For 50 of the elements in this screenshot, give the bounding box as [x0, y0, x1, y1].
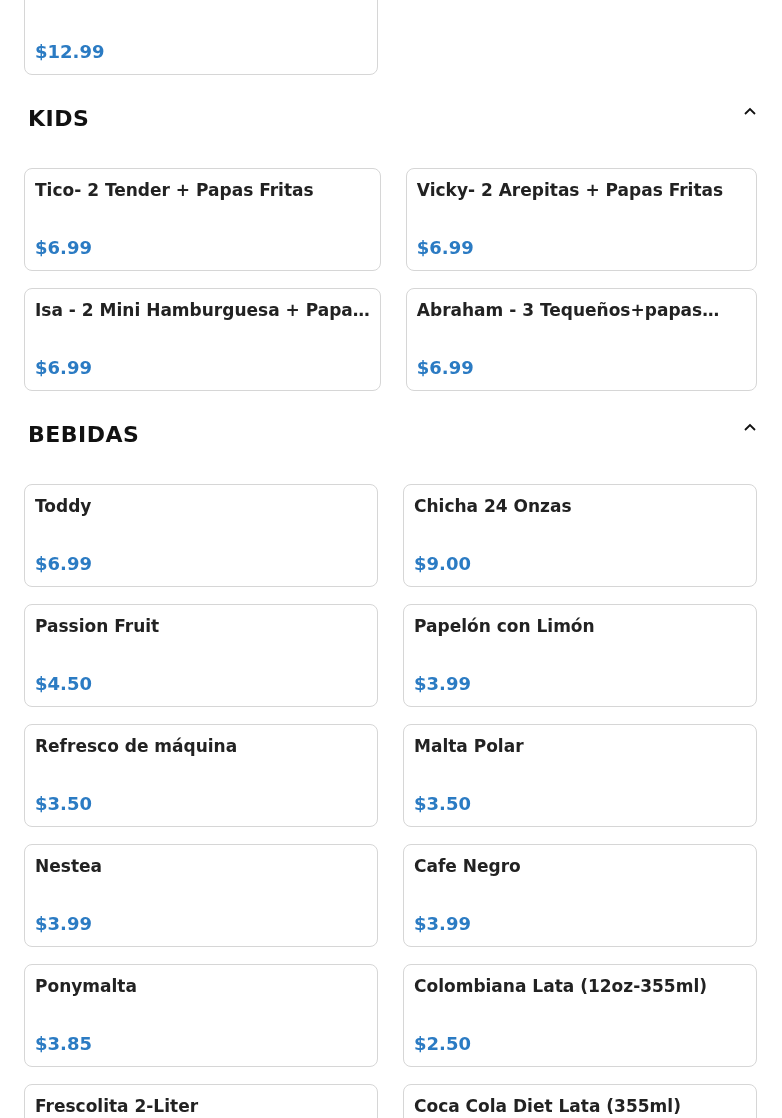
menu-item-card[interactable]: Abraham - 3 Tequeños+papas… $6.99: [405, 288, 757, 391]
menu-item-card[interactable]: Isa - 2 Mini Hamburguesa + Papa… $6.99: [24, 288, 381, 391]
item-name: Colombiana Lata (12oz-355ml): [414, 975, 708, 997]
item-price: $3.50: [414, 793, 471, 815]
item-price: $9.00: [414, 553, 471, 575]
section-title: KIDS: [28, 105, 90, 131]
item-name: Frescolita 2-Liter: [35, 1095, 200, 1117]
item-name: Toddy: [35, 495, 93, 517]
section-title: BEBIDAS: [28, 421, 140, 447]
menu-item-card[interactable]: Vicky- 2 Arepitas + Papas Fritas $6.99: [405, 168, 757, 271]
menu-item-card[interactable]: Chicha 24 Onzas $9.00: [403, 484, 757, 587]
item-price: $3.99: [414, 913, 471, 935]
item-name: Vicky- 2 Arepitas + Papas Fritas: [416, 179, 725, 201]
item-price: $3.85: [35, 1033, 92, 1055]
menu-item-card[interactable]: Ponymalta $3.85: [24, 964, 378, 1067]
menu-item-card[interactable]: Nestea $3.99: [24, 844, 378, 947]
item-price: $4.50: [35, 673, 92, 695]
menu-item-card[interactable]: Coca Cola Diet Lata (355ml): [403, 1084, 757, 1118]
item-name: Malta Polar: [414, 735, 525, 757]
item-price: $6.99: [35, 553, 92, 575]
menu-item-card[interactable]: Papelón con Limón $3.99: [403, 604, 757, 707]
item-name: Ponymalta: [35, 975, 138, 997]
menu-item-card[interactable]: Passion Fruit $4.50: [24, 604, 378, 707]
item-name: Papelón con Limón: [414, 615, 596, 637]
item-name: Cafe Negro: [414, 855, 522, 877]
item-name: Isa - 2 Mini Hamburguesa + Papa…: [35, 299, 370, 321]
menu-item-card[interactable]: Frescolita 2-Liter: [24, 1084, 378, 1118]
item-name: Abraham - 3 Tequeños+papas…: [416, 299, 721, 321]
menu-item-card[interactable]: Malta Polar $3.50: [403, 724, 757, 827]
menu-item-card[interactable]: Cafe Negro $3.99: [403, 844, 757, 947]
menu-item-card[interactable]: Toddy $6.99: [24, 484, 378, 587]
item-name: Passion Fruit: [35, 615, 161, 637]
item-price: $6.99: [35, 357, 92, 379]
item-price: $6.99: [35, 237, 92, 259]
item-price: $6.99: [416, 237, 474, 259]
menu-item-card[interactable]: $12.99: [24, 0, 378, 75]
item-name: Tico- 2 Tender + Papas Fritas: [35, 179, 315, 201]
item-name: Nestea: [35, 855, 103, 877]
item-price: $12.99: [35, 41, 105, 63]
item-name: Coca Cola Diet Lata (355ml): [414, 1095, 682, 1117]
item-price: $2.50: [414, 1033, 471, 1055]
item-price: $3.99: [35, 913, 92, 935]
item-price: $3.50: [35, 793, 92, 815]
item-name: Refresco de máquina: [35, 735, 239, 757]
menu-item-card[interactable]: Colombiana Lata (12oz-355ml) $2.50: [403, 964, 757, 1067]
menu-item-card[interactable]: Refresco de máquina $3.50: [24, 724, 378, 827]
item-price: $6.99: [416, 357, 474, 379]
item-price: $3.99: [414, 673, 471, 695]
item-name: Chicha 24 Onzas: [414, 495, 573, 517]
menu-item-card[interactable]: Tico- 2 Tender + Papas Fritas $6.99: [24, 168, 381, 271]
